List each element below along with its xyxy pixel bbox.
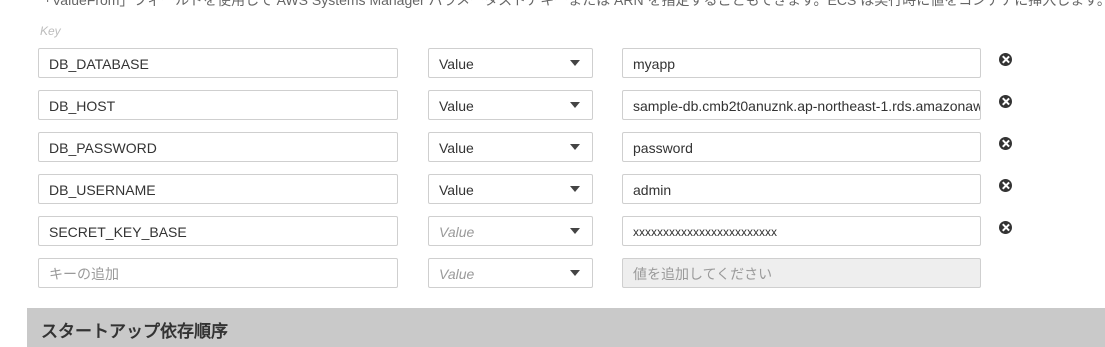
new-value-input[interactable]: 値を追加してください <box>622 258 981 288</box>
value-type-select[interactable]: Value <box>428 216 593 246</box>
caret-down-icon <box>570 102 580 108</box>
remove-row-icon[interactable] <box>999 53 1012 66</box>
env-value-input[interactable]: sample-db.cmb2t0anuznk.ap-northeast-1.rd… <box>622 90 981 120</box>
caret-down-icon <box>570 60 580 66</box>
key-column-header: Key <box>40 24 61 38</box>
env-var-row: DB_PASSWORD Value password <box>0 132 1105 164</box>
remove-row-icon[interactable] <box>999 179 1012 192</box>
env-key-input[interactable]: DB_HOST <box>38 90 398 120</box>
remove-row-icon[interactable] <box>999 137 1012 150</box>
caret-down-icon <box>570 270 580 276</box>
env-key-input[interactable]: SECRET_KEY_BASE <box>38 216 398 246</box>
value-type-label: Value <box>439 140 474 156</box>
value-type-select[interactable]: Value <box>428 48 593 78</box>
env-var-row: DB_DATABASE Value myapp <box>0 48 1105 80</box>
env-value-input[interactable]: password <box>622 132 981 162</box>
value-type-label: Value <box>439 98 474 114</box>
remove-row-icon[interactable] <box>999 221 1012 234</box>
new-key-input[interactable]: キーの追加 <box>38 258 398 288</box>
env-key-input[interactable]: DB_DATABASE <box>38 48 398 78</box>
env-var-row: DB_HOST Value sample-db.cmb2t0anuznk.ap-… <box>0 90 1105 122</box>
value-type-select[interactable]: Value <box>428 132 593 162</box>
caret-down-icon <box>570 186 580 192</box>
section-title: スタートアップ依存順序 <box>41 322 228 342</box>
caret-down-icon <box>570 144 580 150</box>
startup-dependency-section[interactable]: スタートアップ依存順序 <box>27 308 1105 347</box>
remove-row-icon[interactable] <box>999 95 1012 108</box>
env-var-row: SECRET_KEY_BASE Value xxxxxxxxxxxxxxxxxx… <box>0 216 1105 248</box>
env-key-input[interactable]: DB_PASSWORD <box>38 132 398 162</box>
new-env-var-row: キーの追加 Value 値を追加してください <box>0 258 1105 290</box>
env-value-input[interactable]: xxxxxxxxxxxxxxxxxxxxxxxx <box>622 216 981 246</box>
value-type-label: Value <box>439 182 474 198</box>
value-type-label: Value <box>439 56 474 72</box>
env-key-input[interactable]: DB_USERNAME <box>38 174 398 204</box>
value-type-select[interactable]: Value <box>428 90 593 120</box>
description-text: 「ValueFrom」フィールドを使用して AWS Systems Manage… <box>38 0 1105 8</box>
new-value-type-select[interactable]: Value <box>428 258 593 288</box>
value-type-label: Value <box>439 224 475 240</box>
value-type-select[interactable]: Value <box>428 174 593 204</box>
env-value-input[interactable]: myapp <box>622 48 981 78</box>
env-value-input[interactable]: admin <box>622 174 981 204</box>
value-type-label: Value <box>439 266 475 282</box>
caret-down-icon <box>570 228 580 234</box>
env-var-row: DB_USERNAME Value admin <box>0 174 1105 206</box>
